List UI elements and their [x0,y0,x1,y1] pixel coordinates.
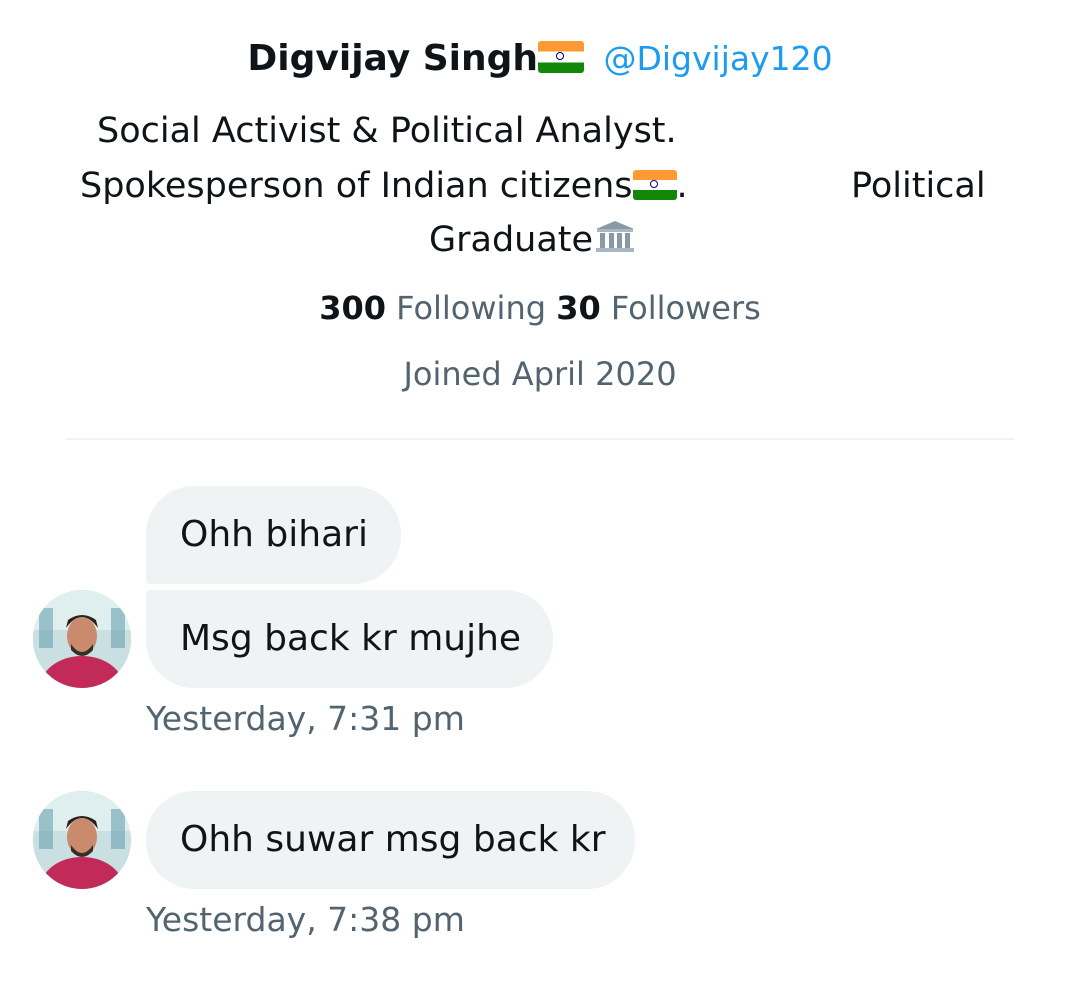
classical-building-icon [593,219,637,255]
india-flag-icon [538,41,585,73]
avatar-image [33,791,131,889]
bio-line-3: Graduate [429,215,637,265]
profile-header: Digvijay Singh @Digvijay120 [0,34,1080,84]
followers-count: 30 [556,289,601,327]
bio-text-3: Graduate [429,220,594,260]
message-text: Msg back kr mujhe [180,618,522,659]
display-name: Digvijay Singh [247,38,539,79]
following-count: 300 [319,289,386,327]
avatar[interactable] [33,791,131,889]
avatar-image [33,590,131,688]
message-bubble[interactable]: Ohh bihari [146,486,401,584]
following-link[interactable]: 300 Following [319,289,546,327]
bio-text-2c: Political [851,166,986,206]
avatar[interactable] [33,590,131,688]
following-label: Following [396,289,547,327]
message-text: Ohh suwar msg back kr [180,819,606,860]
joined-date: Joined April 2020 [403,355,677,393]
bio-text-2b: . [676,166,688,206]
bio-line-1: Social Activist & Political Analyst. [97,106,677,156]
bio-text-2a: Spokesperson of Indian citizens [80,166,633,206]
message-timestamp: Yesterday, 7:31 pm [146,699,465,738]
message-bubble[interactable]: Ohh suwar msg back kr [146,791,635,889]
message-timestamp: Yesterday, 7:38 pm [146,900,465,939]
profile-handle[interactable]: @Digvijay120 [603,39,832,78]
message-text: Ohh bihari [180,514,368,555]
bio-line-2-right: Political [851,161,986,211]
india-flag-icon [632,170,677,200]
followers-label: Followers [610,289,761,327]
message-bubble[interactable]: Msg back kr mujhe [146,590,553,688]
follow-stats: 300 Following 30 Followers [0,284,1080,332]
bio-text-1: Social Activist & Political Analyst. [97,111,677,151]
followers-link[interactable]: 30 Followers [556,289,761,327]
bio-line-2: Spokesperson of Indian citizens. [80,161,688,211]
divider [66,438,1014,440]
